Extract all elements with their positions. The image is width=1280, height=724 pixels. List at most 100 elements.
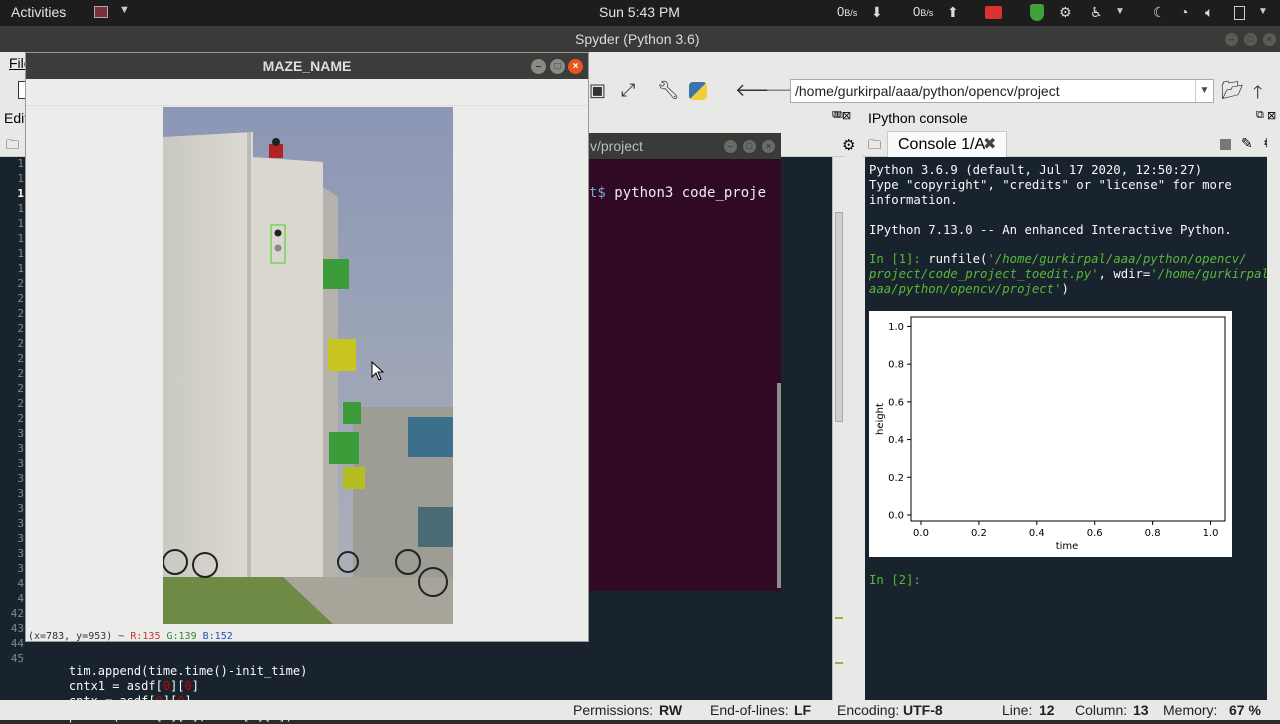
working-directory-value: /home/gurkirpal/aaa/python/opencv/projec… bbox=[795, 83, 1060, 99]
folder-icon[interactable]: 🗀︎ bbox=[6, 136, 19, 158]
building-windows bbox=[408, 417, 453, 457]
maximize-button[interactable]: □ bbox=[550, 59, 565, 74]
x-tick-label: 0.8 bbox=[1145, 528, 1161, 539]
close-pane-icon[interactable]: ⊠ bbox=[842, 109, 851, 122]
maze-titlebar[interactable]: MAZE_NAME – □ × bbox=[26, 53, 588, 79]
folder-icon[interactable]: 🗀︎ bbox=[868, 136, 881, 158]
editor-pane-label: Editor bbox=[4, 110, 26, 126]
minimize-button[interactable]: – bbox=[1225, 33, 1238, 46]
chevron-down-icon[interactable]: ▼ bbox=[1115, 6, 1125, 17]
working-directory-input[interactable]: /home/gurkirpal/aaa/python/opencv/projec… bbox=[790, 79, 1214, 103]
green-balcony bbox=[329, 432, 359, 464]
column-value: 13 bbox=[1133, 702, 1149, 718]
undock-icon[interactable]: ⧉ bbox=[832, 109, 840, 122]
python-path-icon[interactable] bbox=[689, 82, 707, 100]
close-button[interactable]: × bbox=[568, 59, 583, 74]
close-button[interactable]: × bbox=[762, 140, 775, 153]
night-light-icon[interactable]: ☾ bbox=[1153, 4, 1166, 21]
terminal-titlebar[interactable]: v/project – □ × bbox=[588, 133, 781, 159]
net-up-value: 0B/s bbox=[913, 4, 934, 19]
close-pane-icon[interactable]: ⊠ bbox=[1267, 109, 1276, 122]
scrollbar-thumb[interactable] bbox=[835, 212, 843, 422]
maze-title: MAZE_NAME bbox=[262, 58, 352, 74]
person-on-roof bbox=[269, 144, 283, 158]
maximize-button[interactable]: □ bbox=[1244, 33, 1257, 46]
eraser-icon[interactable]: ✎ bbox=[1241, 135, 1253, 152]
maximize-pane-icon[interactable]: ▣ bbox=[589, 80, 606, 101]
chevron-down-icon[interactable]: ▼ bbox=[119, 4, 130, 16]
permissions-label: Permissions: bbox=[573, 702, 654, 718]
maximize-button[interactable]: □ bbox=[743, 140, 756, 153]
tab-label: Console 1/A bbox=[898, 136, 986, 153]
volume-icon[interactable]: 🔈︎ bbox=[1205, 4, 1213, 21]
console-scrollbar[interactable] bbox=[1267, 131, 1280, 674]
terminal-body[interactable]: t$ python3 code_proje bbox=[588, 159, 781, 591]
terminal-scrollbar[interactable] bbox=[777, 383, 781, 588]
ipython-pane-label: IPython console bbox=[868, 110, 968, 126]
minimize-button[interactable]: – bbox=[531, 59, 546, 74]
window-titlebar[interactable]: Spyder (Python 3.6) – □ × bbox=[0, 26, 1280, 52]
chevron-down-icon[interactable]: ▼ bbox=[1258, 6, 1268, 17]
wifi-icon[interactable]: ◔ bbox=[1180, 4, 1188, 20]
screen-record-icon[interactable] bbox=[985, 6, 1002, 19]
clock[interactable]: Sun 5:43 PM bbox=[599, 4, 680, 20]
chevron-down-icon[interactable]: ▼ bbox=[1195, 80, 1213, 102]
x-tick-label: 1.0 bbox=[1203, 528, 1219, 539]
yellow-balcony bbox=[343, 467, 365, 489]
y-tick-label: 0.0 bbox=[888, 511, 904, 522]
arrow-up-icon: ⬆ bbox=[947, 4, 959, 20]
line-label: Line: bbox=[1002, 702, 1033, 718]
building-wall bbox=[163, 132, 253, 577]
accessibility-icon[interactable]: ♿ bbox=[1090, 4, 1103, 21]
terminal-title: v/project bbox=[590, 138, 643, 154]
y-axis-label: height bbox=[875, 403, 886, 435]
shield-icon[interactable] bbox=[1030, 4, 1044, 21]
gear-icon[interactable]: ⚙ bbox=[842, 136, 855, 154]
wrench-icon[interactable]: 🔧︎ bbox=[657, 80, 680, 101]
mouse-cursor-icon bbox=[371, 361, 385, 381]
y-tick-label: 0.4 bbox=[888, 435, 904, 446]
close-button[interactable]: × bbox=[1263, 33, 1276, 46]
console-text: Type "copyright", "credits" or "license"… bbox=[869, 178, 1232, 192]
close-tab-icon[interactable]: ✖ bbox=[983, 134, 996, 154]
x-tick-label: 0.4 bbox=[1029, 528, 1045, 539]
person-head bbox=[272, 138, 280, 146]
encoding-value: UTF-8 bbox=[903, 702, 943, 718]
tracked-point bbox=[274, 244, 282, 252]
status-bar: Permissions: RW End-of-lines: LF Encodin… bbox=[0, 700, 1280, 720]
app-menu-icon[interactable] bbox=[94, 6, 108, 18]
y-tick-label: 0.2 bbox=[888, 473, 904, 484]
tracked-point bbox=[274, 229, 282, 237]
code-line: cntx1 = asdf[0][0] bbox=[40, 679, 199, 693]
console-input-line: project/code_project_toedit.py', wdir='/… bbox=[869, 267, 1277, 281]
activities-button[interactable]: Activities bbox=[11, 4, 66, 20]
terminal-line: t$ python3 code_proje bbox=[589, 185, 767, 201]
y-tick-label: 0.8 bbox=[888, 360, 904, 371]
ipython-pane-header: ⧉ ⊠ IPython console ⧉ ⊠ bbox=[832, 106, 1280, 131]
y-tick-label: 0.6 bbox=[888, 397, 904, 408]
x-tick-label: 0.2 bbox=[971, 528, 987, 539]
eol-value: LF bbox=[794, 702, 812, 718]
x-tick-label: 0.0 bbox=[913, 528, 929, 539]
net-down-value: 0B/s bbox=[837, 4, 858, 19]
maze-toolbar bbox=[26, 79, 588, 106]
console-text: information. bbox=[869, 193, 958, 207]
plot-axes-frame bbox=[910, 316, 1226, 522]
stop-icon[interactable] bbox=[1220, 139, 1231, 150]
arrow-down-icon: ⬇ bbox=[871, 4, 883, 20]
fullscreen-icon[interactable]: ⤢ bbox=[621, 80, 635, 101]
editor-scrollbar[interactable] bbox=[832, 157, 845, 700]
minimize-button[interactable]: – bbox=[724, 140, 737, 153]
console-input-line: In [1]: runfile('/home/gurkirpal/aaa/pyt… bbox=[869, 252, 1247, 266]
folder-open-icon[interactable]: 📂︎ bbox=[1221, 80, 1244, 101]
x-axis-label: time bbox=[1056, 541, 1079, 552]
battery-icon[interactable] bbox=[1234, 6, 1245, 20]
gear-icon[interactable]: ⚙ bbox=[1059, 4, 1072, 21]
console-text: Python 3.6.9 (default, Jul 17 2020, 12:5… bbox=[869, 163, 1203, 177]
tab-console-1a[interactable]: Console 1/A ✖ bbox=[887, 131, 1007, 157]
camera-frame-image bbox=[163, 107, 453, 624]
eol-label: End-of-lines: bbox=[710, 702, 789, 718]
undock-icon[interactable]: ⧉ bbox=[1256, 109, 1264, 122]
console-input-line: aaa/python/opencv/project') bbox=[869, 282, 1069, 296]
memory-value: 67 % bbox=[1229, 702, 1261, 718]
